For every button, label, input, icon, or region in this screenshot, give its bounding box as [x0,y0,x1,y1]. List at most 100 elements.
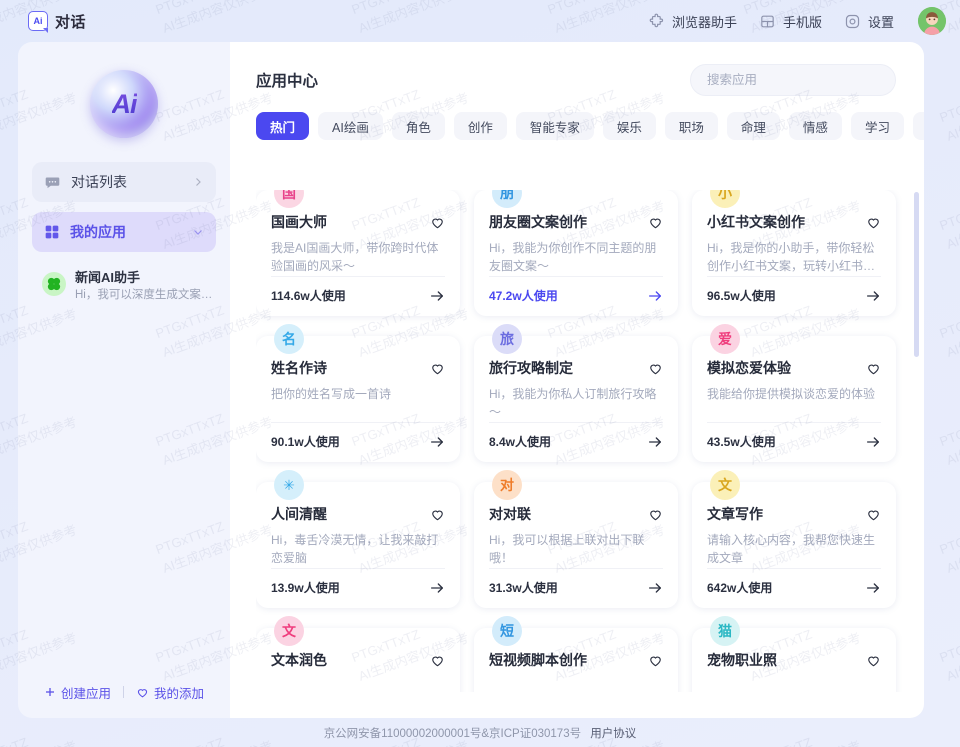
app-card-title: 文本润色 [271,652,327,668]
favorite-heart-icon[interactable] [430,507,445,522]
app-card-usage-count: 8.4w人使用 [489,435,552,449]
open-arrow-icon[interactable] [647,288,663,304]
app-card-title: 姓名作诗 [271,360,327,376]
app-card-desc: 我是AI国画大师，带你跨时代体验国画的风采～ [271,241,439,273]
open-arrow-icon[interactable] [429,580,445,596]
tab-4[interactable]: 智能专家 [515,112,594,140]
scrollbar-track[interactable] [914,192,919,712]
open-arrow-icon[interactable] [429,288,445,304]
favorite-heart-icon[interactable] [866,361,881,376]
tab-3[interactable]: 创作 [453,112,507,140]
app-card[interactable]: 文文本润色 [256,616,460,692]
tab-label: 创作 [467,120,493,135]
app-card[interactable]: 爱模拟恋爱体验 我能给你提供模拟谈恋爱的体验 43.5w人使用 [692,324,896,462]
app-card[interactable]: 猫宠物职业照 [692,616,896,692]
app-card-avatar: ✳ [274,470,304,500]
app-card-desc [271,677,445,692]
favorite-heart-icon[interactable] [430,215,445,230]
app-card-usage-count: 96.5w人使用 [707,289,776,303]
sidebar-app-news-assistant[interactable]: 新闻AI助手 Hi，我可以深度生成文案，也可... [32,264,223,311]
favorite-heart-icon[interactable] [866,653,881,668]
app-card[interactable]: 短短视频脚本创作 [474,616,678,692]
open-arrow-icon[interactable] [647,580,663,596]
app-card[interactable]: 名姓名作诗 把你的姓名写成一首诗 90.1w人使用 [256,324,460,462]
app-card-desc [707,677,881,692]
brand: Ai 对话 [28,11,87,33]
chevron-right-icon [196,178,201,186]
app-card[interactable]: 文文章写作 请输入核心内容，我帮您快速生成文章 642w人使用 [692,470,896,608]
search-input[interactable] [707,73,879,87]
scrollbar-thumb[interactable] [914,192,919,357]
mobile-version-button[interactable]: 手机版 [759,12,822,31]
app-card-desc: 我能给你提供模拟谈恋爱的体验 [707,387,876,401]
app-card-desc: Hi，我是你的小助手，带你轻松创作小红书文案，玩转小红书社... [707,241,875,273]
brand-title: 对话 [55,13,87,31]
tab-label: AI绘画 [332,120,369,135]
app-grid: 国国画大师 我是AI国画大师，带你跨时代体验国画的风采～ 114.6w人使用 朋朋友圈… [256,190,910,692]
favorite-heart-icon[interactable] [648,215,663,230]
tab-10[interactable]: 其他 [912,112,924,140]
app-card-avatar: 国 [274,190,304,208]
brand-logo-icon: Ai [28,11,48,33]
app-card[interactable]: ✳ 人间清醒 Hi，毒舌冷漠无情，让我来敲打恋爱脑 13.9w人使用 [256,470,460,608]
create-app-button[interactable]: 创建应用 [44,683,111,702]
mobile-version-label: 手机版 [782,14,822,30]
favorite-heart-icon[interactable] [648,653,663,668]
app-card[interactable]: 小小红书文案创作 Hi，我是你的小助手，带你轻松创作小红书文案，玩转小红书社...… [692,190,896,316]
settings-button[interactable]: 设置 [844,12,894,31]
app-card-usage-count: 642w人使用 [707,581,773,595]
app-card-footer: 642w人使用 [707,569,881,596]
app-card[interactable]: 国国画大师 我是AI国画大师，带你跨时代体验国画的风采～ 114.6w人使用 [256,190,460,316]
icp-record: 京公网安备11000002000001号&京ICP证030173号 [323,728,582,740]
user-agreement-link[interactable]: 用户协议 [590,728,636,740]
open-arrow-icon[interactable] [865,288,881,304]
tab-2[interactable]: 角色 [391,112,445,140]
clover-glyph [47,277,61,291]
plus-icon [45,688,54,696]
favorite-heart-icon[interactable] [648,361,663,376]
app-card-desc: 请输入核心内容，我帮您快速生成文章 [707,533,876,565]
tab-0[interactable]: 热门 [256,112,310,140]
open-arrow-icon[interactable] [647,434,663,450]
app-card-avatar: 小 [710,190,740,208]
app-card-avatar: 爱 [710,324,740,354]
tab-8[interactable]: 情感 [788,112,842,140]
app-card-title: 国画大师 [271,214,327,230]
tab-6[interactable]: 职场 [664,112,718,140]
sidebar: Ai 对话列表 我的应用 新闻AI助手 Hi，我可以深度生成文案，也 创建应用 … [18,42,230,718]
favorite-heart-icon[interactable] [648,507,663,522]
app-card[interactable]: 朋朋友圈文案创作 Hi，我能为你创作不同主题的朋友圈文案～ 47.2w人使用 [474,190,678,316]
favorite-heart-icon[interactable] [866,507,881,522]
favorite-heart-icon[interactable] [430,361,445,376]
favorite-heart-icon[interactable] [430,653,445,668]
app-card-title: 小红书文案创作 [707,214,805,230]
tab-7[interactable]: 命理 [726,112,780,140]
tab-1[interactable]: AI绘画 [318,112,383,140]
my-added-button[interactable]: 我的添加 [136,683,204,702]
app-card[interactable]: 对对对联 Hi，我可以根据上联对出下联哦！ 31.3w人使用 [474,470,678,608]
heart-icon [137,688,148,697]
app-card-header: 宠物职业照 [707,650,881,670]
app-card[interactable]: 旅旅行攻略制定 Hi，我能为你私人订制旅行攻略～ 8.4w人使用 [474,324,678,462]
app-card-header: 旅行攻略制定 [489,358,663,378]
app-card-desc [489,677,663,692]
favorite-heart-icon[interactable] [866,215,881,230]
open-arrow-icon[interactable] [865,434,881,450]
sidebar-item-my-apps[interactable]: 我的应用 [32,212,216,252]
search-box[interactable] [690,64,896,96]
sidebar-item-chat-list[interactable]: 对话列表 [32,162,216,202]
app-card-usage-count: 47.2w人使用 [489,289,558,303]
browser-assistant-button[interactable]: 浏览器助手 [648,12,737,31]
mobile-icon [761,15,774,27]
app-card-header: 国画大师 [271,212,445,232]
avatar[interactable] [918,7,946,35]
open-arrow-icon[interactable] [865,580,881,596]
app-card-title: 文章写作 [707,506,763,522]
tab-5[interactable]: 娱乐 [602,112,656,140]
category-tabs: 热门 AI绘画 角色 创作 智能专家 娱乐 职场 命理 情感 学习 其他 [256,112,924,140]
tab-9[interactable]: 学习 [850,112,904,140]
open-arrow-icon[interactable] [429,434,445,450]
app-card-badge-text: ✳ [283,476,295,493]
sidebar-item-chat-list-label: 对话列表 [71,174,127,190]
app-card-footer: 43.5w人使用 [707,423,881,450]
